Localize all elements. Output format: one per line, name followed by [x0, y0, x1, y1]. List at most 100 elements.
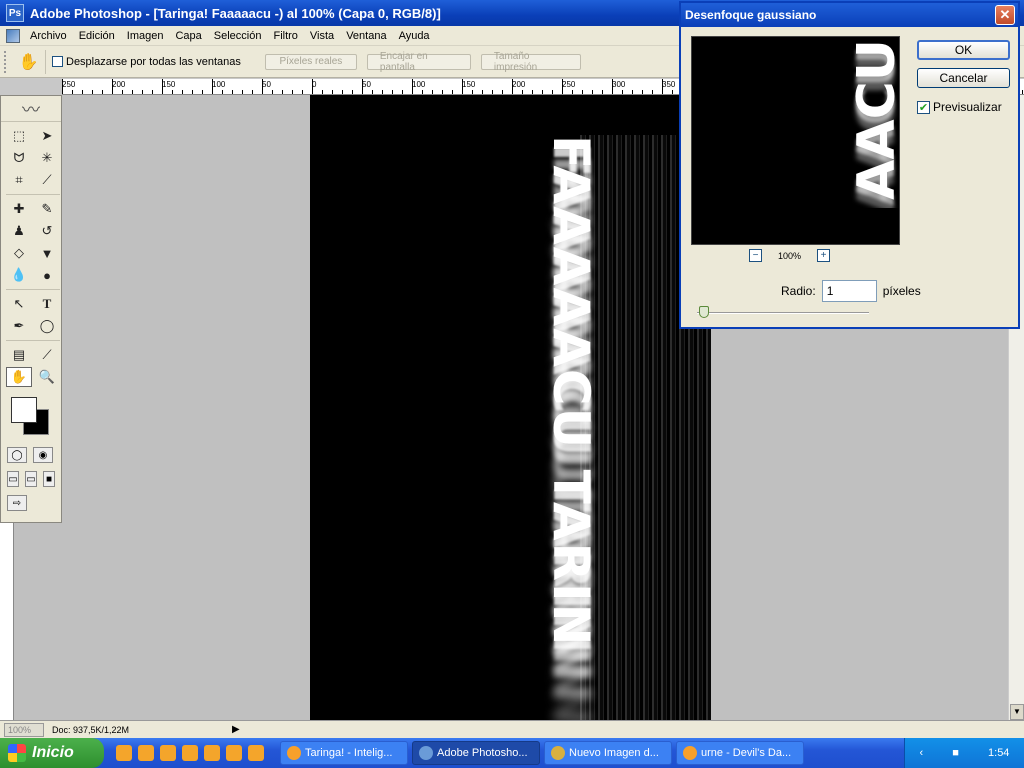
ruler-tick — [632, 90, 633, 94]
ruler-tick — [642, 90, 643, 94]
hand-tool-icon[interactable]: ✋ — [6, 367, 32, 387]
filter-preview[interactable]: AACU — [691, 36, 900, 245]
radius-slider-track[interactable] — [697, 312, 869, 314]
menu-archivo[interactable]: Archivo — [24, 30, 73, 42]
radius-input[interactable]: 1 — [821, 280, 877, 302]
menu-imagen[interactable]: Imagen — [121, 30, 170, 42]
eraser-tool-icon[interactable]: ◇ — [6, 243, 32, 263]
cancel-button[interactable]: Cancelar — [917, 68, 1010, 88]
ruler-tick — [152, 90, 153, 94]
toolbox: 〰 ⬚ ➤ ᗢ ✳ ⌗ ⟋ ✚ ✎ ♟ ↺ ◇ ▼ 💧 ● ↖ T ✒ ◯ ▤ … — [0, 95, 62, 523]
eyedropper-tool-icon[interactable]: ⟋ — [34, 345, 60, 365]
quick-launch-icon[interactable] — [248, 745, 264, 761]
taskbar-item[interactable]: Taringa! - Intelig... — [280, 741, 408, 765]
close-icon[interactable]: ✕ — [995, 5, 1015, 25]
type-tool-icon[interactable]: T — [34, 294, 60, 314]
ok-button[interactable]: OK — [917, 40, 1010, 60]
zoom-out-icon[interactable]: − — [749, 249, 762, 262]
print-size-button[interactable]: Tamaño impresión — [480, 51, 581, 73]
ruler-label: 200 — [512, 80, 526, 89]
notes-tool-icon[interactable]: ▤ — [6, 345, 32, 365]
ellipse-tool-icon[interactable]: ◯ — [34, 316, 60, 336]
ruler-label: 50 — [262, 80, 271, 89]
screen-mode-standard-icon[interactable]: ▭ — [7, 471, 19, 487]
actual-pixels-button[interactable]: Píxeles reales — [264, 53, 357, 70]
document-icon[interactable] — [6, 28, 20, 43]
lasso-tool-icon[interactable]: ᗢ — [6, 148, 32, 168]
tray-expand-icon[interactable]: ‹ — [920, 747, 924, 759]
dodge-tool-icon[interactable]: ● — [34, 265, 60, 285]
zoom-in-icon[interactable]: + — [817, 249, 831, 262]
options-grip[interactable] — [4, 50, 8, 73]
ruler-label: 250 — [62, 80, 76, 89]
tray-app-icon[interactable]: ■ — [952, 747, 959, 759]
menu-edicion[interactable]: Edición — [73, 30, 121, 42]
taskbar-item[interactable]: Nuevo Imagen d... — [544, 741, 672, 765]
quick-launch-icon[interactable] — [116, 745, 132, 761]
ruler-tick — [372, 90, 373, 94]
preview-option[interactable]: ✔ Previsualizar — [917, 100, 1002, 114]
standard-mode-icon[interactable]: ◯ — [7, 447, 27, 463]
preview-checkbox[interactable]: ✔ — [917, 100, 930, 114]
zoom-level-field[interactable]: 100% — [4, 722, 44, 737]
hand-tool-icon[interactable]: ✋ — [12, 49, 46, 74]
quick-mask-mode-icon[interactable]: ◉ — [33, 447, 53, 463]
quick-launch-icon[interactable] — [138, 745, 154, 761]
magic-wand-tool-icon[interactable]: ✳ — [34, 148, 60, 168]
scroll-all-checkbox[interactable] — [52, 56, 63, 67]
ruler-label: 100 — [212, 80, 226, 89]
taskbar-item[interactable]: urne - Devil's Da... — [676, 741, 804, 765]
menu-filtro[interactable]: Filtro — [267, 30, 303, 42]
slice-tool-icon[interactable]: ⟋ — [34, 170, 60, 190]
healing-brush-tool-icon[interactable]: ✚ — [6, 199, 32, 219]
fit-screen-button[interactable]: Encajar en pantalla — [366, 51, 471, 73]
photoshop-icon: Ps — [6, 4, 24, 22]
menu-ventana[interactable]: Ventana — [340, 30, 392, 42]
ruler-tick — [332, 90, 333, 94]
paint-bucket-tool-icon[interactable]: ▼ — [34, 243, 60, 263]
screen-mode-full-icon[interactable]: ■ — [43, 471, 55, 487]
brush-tool-icon[interactable]: ✎ — [34, 199, 60, 219]
menu-capa[interactable]: Capa — [169, 30, 207, 42]
zoom-tool-icon[interactable]: 🔍 — [34, 367, 60, 387]
dialog-title-bar[interactable]: Desenfoque gaussiano ✕ — [681, 3, 1018, 27]
clock[interactable]: 1:54 — [988, 747, 1009, 759]
status-menu-arrow-icon[interactable]: ▶ — [232, 724, 240, 735]
jump-to-imageready-icon[interactable]: ⇨ — [7, 495, 27, 511]
start-label: Inicio — [32, 744, 74, 761]
foreground-color-swatch[interactable] — [11, 397, 37, 423]
ruler-tick — [132, 90, 133, 94]
image-editor-icon — [551, 746, 565, 760]
document-image[interactable]: FAAAAACU TARIN — [310, 95, 711, 720]
ruler-tick — [272, 90, 273, 94]
move-tool-icon[interactable]: ➤ — [34, 126, 60, 146]
quick-launch-icon[interactable] — [226, 745, 242, 761]
crop-tool-icon[interactable]: ⌗ — [6, 170, 32, 190]
history-brush-tool-icon[interactable]: ↺ — [34, 221, 60, 241]
ruler-label: 150 — [162, 80, 176, 89]
pen-tool-icon[interactable]: ✒ — [6, 316, 32, 336]
quick-launch-icon[interactable] — [182, 745, 198, 761]
path-selection-tool-icon[interactable]: ↖ — [6, 294, 32, 314]
start-button[interactable]: Inicio — [0, 738, 104, 768]
scroll-down-arrow-icon[interactable]: ▼ — [1010, 704, 1024, 720]
ruler-tick — [342, 90, 343, 94]
ruler-tick — [412, 79, 413, 94]
taskbar-item[interactable]: Adobe Photosho... — [412, 741, 540, 765]
marquee-tool-icon[interactable]: ⬚ — [6, 126, 32, 146]
feather-logo-icon[interactable]: 〰 — [1, 96, 61, 122]
blur-tool-icon[interactable]: 💧 — [6, 265, 32, 285]
screen-mode-full-menu-icon[interactable]: ▭ — [25, 471, 37, 487]
scroll-all-option[interactable]: Desplazarse por todas las ventanas — [52, 56, 241, 68]
quick-launch-icon[interactable] — [204, 745, 220, 761]
ruler-label: 350 — [662, 80, 676, 89]
ruler-tick — [122, 90, 123, 94]
radius-control: Radio: 1 píxeles — [781, 280, 921, 302]
menu-seleccion[interactable]: Selección — [208, 30, 268, 42]
clone-stamp-tool-icon[interactable]: ♟ — [6, 221, 32, 241]
menu-ayuda[interactable]: Ayuda — [393, 30, 436, 42]
menu-vista[interactable]: Vista — [304, 30, 340, 42]
quick-launch-icon[interactable] — [160, 745, 176, 761]
ruler-label: 300 — [612, 80, 626, 89]
radius-slider-thumb[interactable] — [699, 306, 709, 318]
